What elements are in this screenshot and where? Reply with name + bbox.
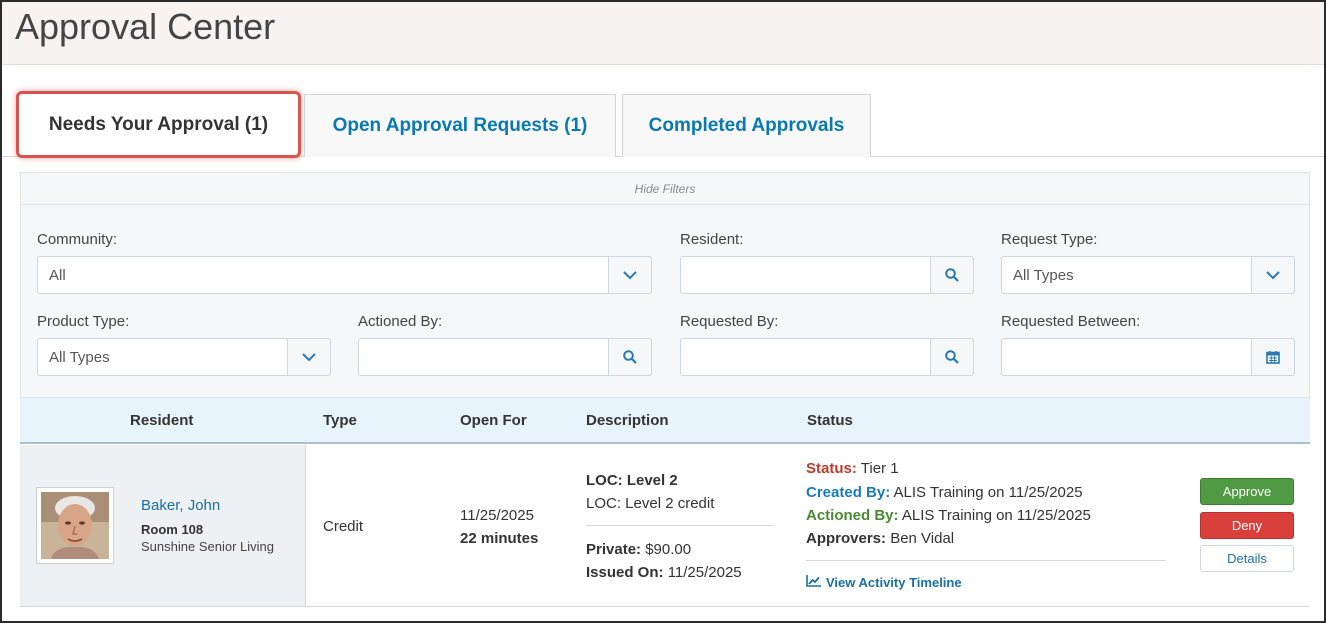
actioned-by-search-input[interactable] bbox=[358, 338, 652, 376]
approvers-label: Approvers: bbox=[806, 530, 887, 547]
tab-open-approval-requests[interactable]: Open Approval Requests (1) bbox=[304, 94, 616, 157]
product-type-select[interactable]: All Types bbox=[37, 338, 331, 376]
timeline-link-label: View Activity Timeline bbox=[826, 575, 962, 590]
search-icon[interactable] bbox=[930, 256, 974, 294]
issued-value: 11/25/2025 bbox=[667, 564, 742, 581]
column-header-status[interactable]: Status bbox=[807, 412, 853, 429]
table-row: Baker, John Room 108 Sunshine Senior Liv… bbox=[20, 445, 1310, 607]
actioned-by-label: Actioned By: bbox=[358, 313, 443, 330]
request-type: Credit bbox=[323, 518, 364, 535]
description-divider bbox=[586, 525, 773, 526]
status-line: Status: Tier 1 bbox=[806, 460, 899, 477]
requested-between-label: Requested Between: bbox=[1001, 313, 1141, 330]
approvers-value: Ben Vidal bbox=[890, 530, 955, 547]
community-value: All bbox=[49, 266, 66, 284]
status-label: Status: bbox=[806, 460, 857, 477]
page-title: Approval Center bbox=[15, 6, 276, 47]
approvals-table-header: Resident Type Open For Description Statu… bbox=[20, 398, 1310, 444]
community-select[interactable]: All bbox=[37, 256, 652, 294]
community-label: Community: bbox=[37, 231, 118, 248]
requested-between-date-input[interactable] bbox=[1001, 338, 1295, 376]
loc-label: LOC: Level 2 bbox=[586, 472, 678, 489]
calendar-icon[interactable] bbox=[1251, 338, 1295, 376]
request-type-value: All Types bbox=[1013, 266, 1074, 284]
loc-detail: LOC: Level 2 credit bbox=[586, 495, 715, 512]
line-chart-icon bbox=[806, 575, 821, 590]
filters-panel: Hide Filters Community: All Resident: Re… bbox=[20, 172, 1310, 398]
requested-by-label: Requested By: bbox=[680, 313, 779, 330]
details-button[interactable]: Details bbox=[1200, 545, 1294, 572]
deny-button[interactable]: Deny bbox=[1200, 512, 1294, 539]
search-icon[interactable] bbox=[930, 338, 974, 376]
product-type-label: Product Type: bbox=[37, 313, 130, 330]
open-duration: 22 minutes bbox=[460, 530, 539, 547]
resident-search-input[interactable] bbox=[680, 256, 974, 294]
approve-button[interactable]: Approve bbox=[1200, 478, 1294, 505]
actioned-value: ALIS Training on 11/25/2025 bbox=[901, 507, 1091, 524]
page-header: Approval Center bbox=[2, 2, 1324, 65]
approvers-line: Approvers: Ben Vidal bbox=[806, 530, 954, 547]
private-value: $90.00 bbox=[645, 541, 692, 558]
private-amount: Private: $90.00 bbox=[586, 541, 691, 558]
requested-by-search-input[interactable] bbox=[680, 338, 974, 376]
column-header-type[interactable]: Type bbox=[323, 412, 357, 429]
created-value: ALIS Training on 11/25/2025 bbox=[893, 484, 1083, 501]
actioned-by-line: Actioned By: ALIS Training on 11/25/2025 bbox=[806, 507, 1091, 524]
chevron-down-icon[interactable] bbox=[1251, 256, 1295, 294]
chevron-down-icon[interactable] bbox=[608, 256, 652, 294]
resident-avatar bbox=[36, 487, 114, 564]
resident-room: Room 108 bbox=[141, 522, 204, 537]
view-activity-timeline-link[interactable]: View Activity Timeline bbox=[806, 575, 962, 590]
created-label: Created By: bbox=[806, 484, 891, 501]
tab-completed-approvals[interactable]: Completed Approvals bbox=[622, 94, 871, 157]
created-by-line: Created By: ALIS Training on 11/25/2025 bbox=[806, 484, 1083, 501]
private-label: Private: bbox=[586, 541, 642, 558]
column-header-description[interactable]: Description bbox=[586, 412, 669, 429]
status-value: Tier 1 bbox=[860, 460, 899, 477]
column-header-open-for[interactable]: Open For bbox=[460, 412, 527, 429]
issued-label: Issued On: bbox=[586, 564, 664, 581]
column-header-resident[interactable]: Resident bbox=[130, 412, 193, 429]
actioned-label: Actioned By: bbox=[806, 507, 899, 524]
tab-needs-your-approval[interactable]: Needs Your Approval (1) bbox=[16, 91, 301, 158]
resident-label: Resident: bbox=[680, 231, 744, 248]
request-type-select[interactable]: All Types bbox=[1001, 256, 1295, 294]
resident-name-link[interactable]: Baker, John bbox=[141, 497, 220, 514]
status-divider bbox=[806, 560, 1166, 561]
chevron-down-icon[interactable] bbox=[287, 338, 331, 376]
resident-cell: Baker, John Room 108 Sunshine Senior Liv… bbox=[20, 445, 306, 606]
issued-on: Issued On: 11/25/2025 bbox=[586, 564, 742, 581]
request-type-label: Request Type: bbox=[1001, 231, 1098, 248]
hide-filters-link[interactable]: Hide Filters bbox=[21, 173, 1309, 205]
product-type-value: All Types bbox=[49, 348, 110, 366]
search-icon[interactable] bbox=[608, 338, 652, 376]
open-date: 11/25/2025 bbox=[460, 507, 534, 524]
resident-community: Sunshine Senior Living bbox=[141, 539, 274, 554]
